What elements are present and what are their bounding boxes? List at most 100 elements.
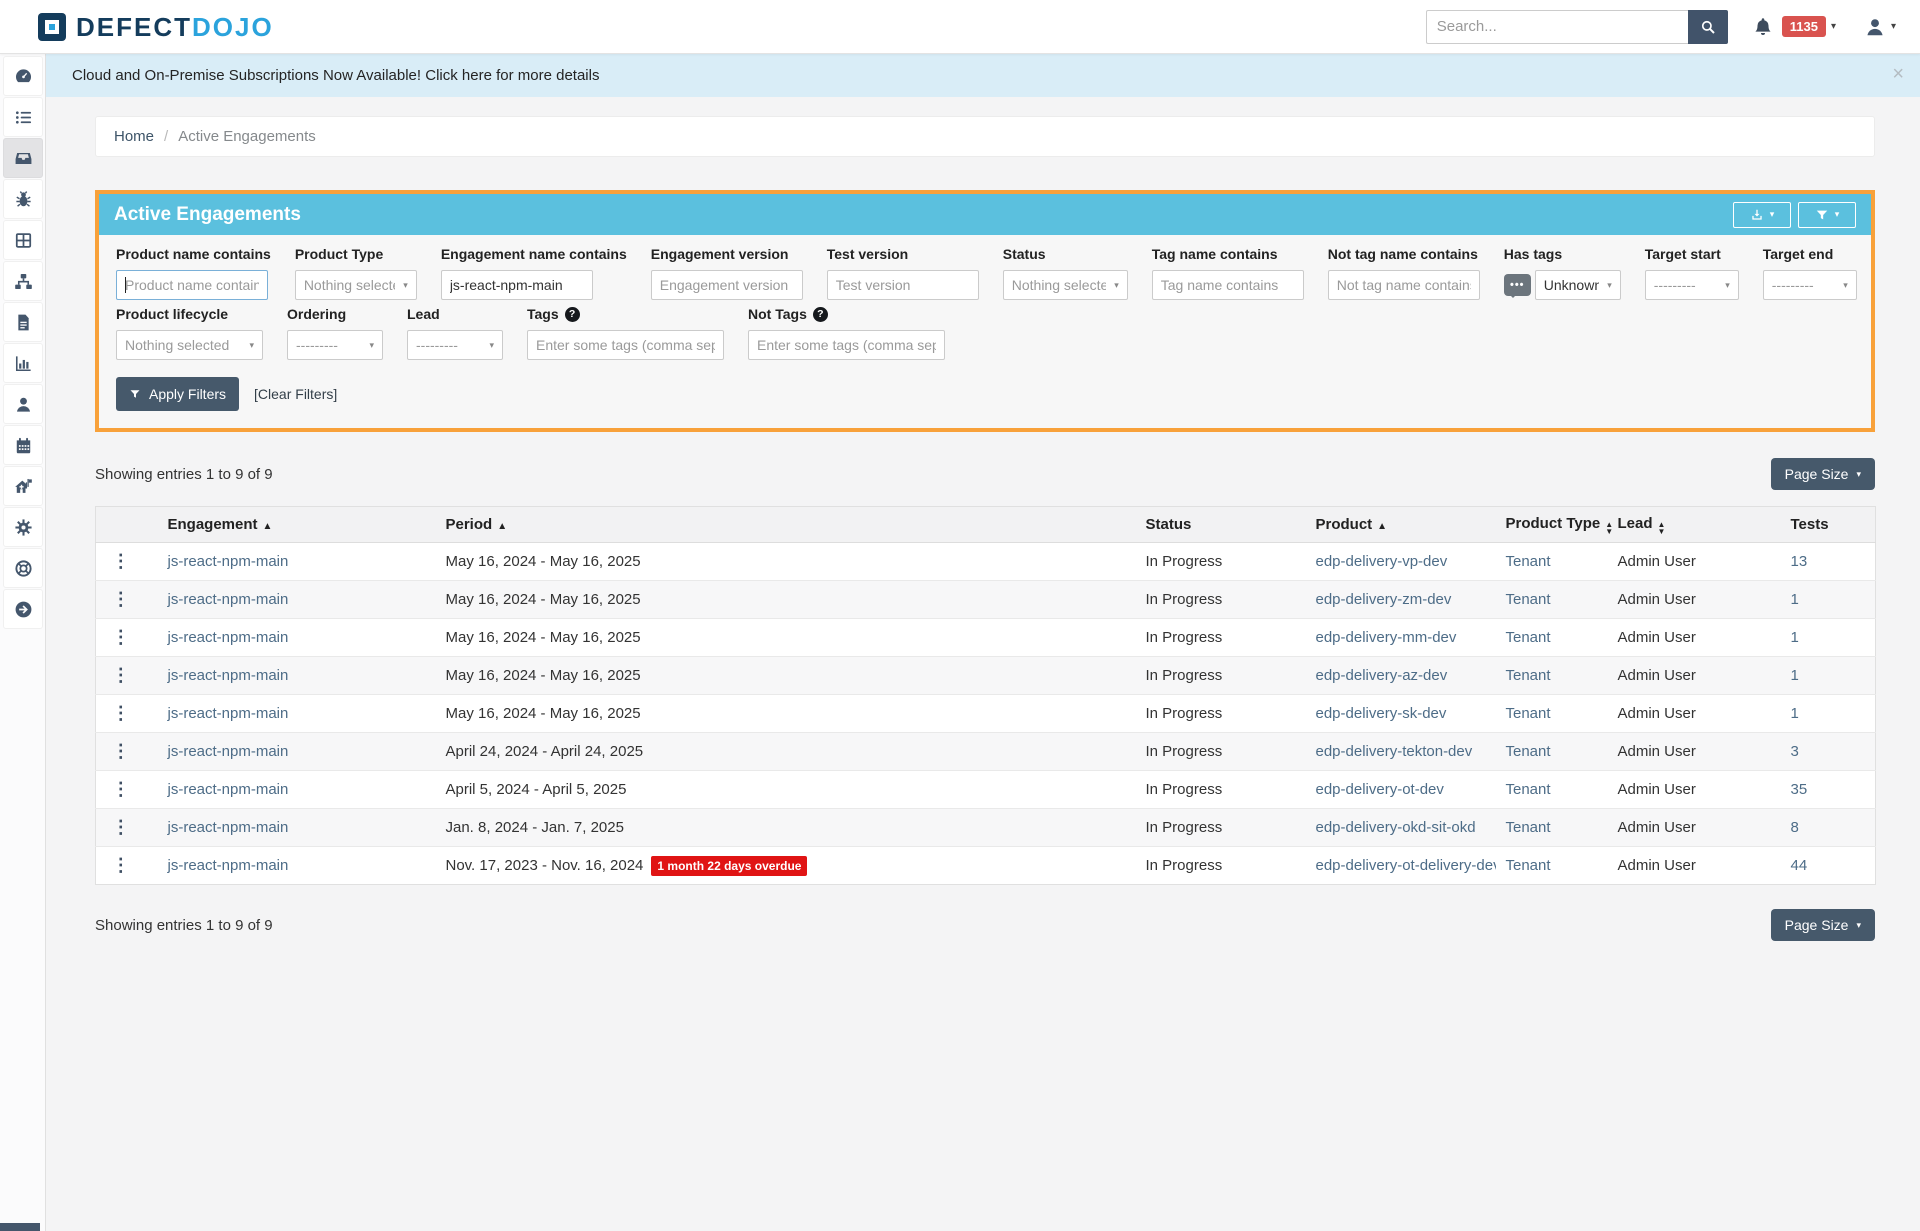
product_type-link[interactable]: Tenant — [1506, 591, 1551, 608]
row-menu-kebab-icon[interactable]: ⋮ — [106, 855, 136, 876]
column-header-lead[interactable]: Lead▲▼ — [1608, 507, 1781, 543]
tests-link[interactable]: 8 — [1791, 819, 1799, 836]
sidebar-item-engagements[interactable] — [3, 138, 43, 178]
tests-link[interactable]: 35 — [1791, 781, 1808, 798]
engagement-link[interactable]: js-react-npm-main — [168, 553, 289, 570]
row-menu-kebab-icon[interactable]: ⋮ — [106, 779, 136, 800]
apply-filters-button[interactable]: Apply Filters — [116, 377, 239, 411]
sidebar-item-products[interactable] — [3, 97, 43, 137]
tests-link[interactable]: 3 — [1791, 743, 1799, 760]
product-link[interactable]: edp-delivery-ot-delivery-dev — [1316, 857, 1496, 874]
product-link[interactable]: edp-delivery-vp-dev — [1316, 553, 1448, 570]
row-menu-kebab-icon[interactable]: ⋮ — [106, 741, 136, 762]
tests-link[interactable]: 1 — [1791, 705, 1799, 722]
filter-select-status[interactable]: Nothing selected▾ — [1003, 270, 1128, 300]
product-link[interactable]: edp-delivery-ot-dev — [1316, 781, 1444, 798]
filter-dropdown-button[interactable]: ▾ — [1798, 202, 1856, 228]
product_type-link[interactable]: Tenant — [1506, 819, 1551, 836]
filter-input-not-tag-name-contains[interactable] — [1328, 270, 1480, 300]
notifications-bell[interactable] — [1752, 16, 1774, 38]
product_type-link[interactable]: Tenant — [1506, 667, 1551, 684]
page-size-button-bottom[interactable]: Page Size▾ — [1771, 909, 1875, 941]
notification-count-badge[interactable]: 1135 — [1782, 16, 1826, 37]
product_type-link[interactable]: Tenant — [1506, 743, 1551, 760]
filter-select-target-start[interactable]: ---------▾ — [1645, 270, 1739, 300]
sidebar-item-support[interactable] — [3, 548, 43, 588]
filter-input-product-name-contains[interactable] — [116, 270, 268, 300]
filter-select-has-tags[interactable]: Unknown▾ — [1535, 270, 1621, 300]
clear-filters-link[interactable]: [Clear Filters] — [254, 386, 337, 402]
row-menu-kebab-icon[interactable]: ⋮ — [106, 703, 136, 724]
filter-select-lead[interactable]: ---------▾ — [407, 330, 503, 360]
row-menu-kebab-icon[interactable]: ⋮ — [106, 589, 136, 610]
product_type-link[interactable]: Tenant — [1506, 857, 1551, 874]
engagement-link[interactable]: js-react-npm-main — [168, 705, 289, 722]
filter-input-engagement-version[interactable] — [651, 270, 803, 300]
column-header-product_type[interactable]: Product Type▲▼ — [1496, 507, 1608, 543]
row-menu-kebab-icon[interactable]: ⋮ — [106, 551, 136, 572]
sidebar-item-logout[interactable] — [3, 589, 43, 629]
filter-select-product-type[interactable]: Nothing selected▾ — [295, 270, 417, 300]
tests-link[interactable]: 44 — [1791, 857, 1808, 874]
sidebar-item-dashboard[interactable] — [3, 56, 43, 96]
column-header-tests[interactable]: Tests — [1781, 507, 1876, 543]
engagement-link[interactable]: js-react-npm-main — [168, 857, 289, 874]
product-link[interactable]: edp-delivery-zm-dev — [1316, 591, 1452, 608]
column-header-engagement[interactable]: Engagement▲ — [146, 507, 436, 543]
user-menu[interactable] — [1864, 16, 1886, 38]
filter-select-product-lifecycle[interactable]: Nothing selected▾ — [116, 330, 263, 360]
banner-link[interactable]: Click here for more details — [425, 67, 599, 84]
column-header-period[interactable]: Period▲ — [436, 507, 1136, 543]
tests-link[interactable]: 13 — [1791, 553, 1808, 570]
help-icon[interactable]: ? — [565, 307, 580, 322]
sidebar-item-endpoints[interactable] — [3, 261, 43, 301]
filter-input-test-version[interactable] — [827, 270, 979, 300]
tests-link[interactable]: 1 — [1791, 629, 1799, 646]
filter-input-tags[interactable] — [527, 330, 724, 360]
sidebar-item-benchmarks[interactable] — [3, 466, 43, 506]
sidebar-item-findings[interactable] — [3, 179, 43, 219]
sidebar-item-components[interactable] — [3, 220, 43, 260]
user-icon — [14, 395, 33, 414]
column-header-status[interactable]: Status — [1136, 507, 1306, 543]
banner-close-icon[interactable]: × — [1892, 64, 1904, 84]
sidebar-item-users[interactable] — [3, 384, 43, 424]
sidebar-item-calendar[interactable] — [3, 425, 43, 465]
product_type-link[interactable]: Tenant — [1506, 553, 1551, 570]
product-link[interactable]: edp-delivery-sk-dev — [1316, 705, 1447, 722]
product-link[interactable]: edp-delivery-az-dev — [1316, 667, 1448, 684]
product-link[interactable]: edp-delivery-mm-dev — [1316, 629, 1457, 646]
engagement-link[interactable]: js-react-npm-main — [168, 667, 289, 684]
row-menu-kebab-icon[interactable]: ⋮ — [106, 665, 136, 686]
sidebar-item-reports[interactable] — [3, 302, 43, 342]
help-icon[interactable]: ? — [813, 307, 828, 322]
row-menu-kebab-icon[interactable]: ⋮ — [106, 817, 136, 838]
product_type-link[interactable]: Tenant — [1506, 629, 1551, 646]
column-header-product[interactable]: Product▲ — [1306, 507, 1496, 543]
tests-link[interactable]: 1 — [1791, 591, 1799, 608]
sidebar-item-configuration[interactable] — [3, 507, 43, 547]
filter-input-tag-name-contains[interactable] — [1152, 270, 1304, 300]
product-link[interactable]: edp-delivery-okd-sit-okd — [1316, 819, 1476, 836]
breadcrumb-home-link[interactable]: Home — [114, 128, 154, 145]
engagement-link[interactable]: js-react-npm-main — [168, 781, 289, 798]
filter-input-not-tags[interactable] — [748, 330, 945, 360]
product_type-link[interactable]: Tenant — [1506, 705, 1551, 722]
tests-link[interactable]: 1 — [1791, 667, 1799, 684]
engagement-link[interactable]: js-react-npm-main — [168, 743, 289, 760]
defectdojo-logo[interactable]: DEFECTDOJO — [38, 13, 274, 41]
product-link[interactable]: edp-delivery-tekton-dev — [1316, 743, 1473, 760]
filter-input-engagement-name-contains[interactable] — [441, 270, 593, 300]
filter-select-ordering[interactable]: ---------▾ — [287, 330, 383, 360]
engagement-link[interactable]: js-react-npm-main — [168, 591, 289, 608]
engagement-link[interactable]: js-react-npm-main — [168, 629, 289, 646]
download-dropdown-button[interactable]: ▾ — [1733, 202, 1791, 228]
product_type-link[interactable]: Tenant — [1506, 781, 1551, 798]
filter-select-target-end[interactable]: ---------▾ — [1763, 270, 1857, 300]
search-button[interactable] — [1688, 10, 1728, 44]
page-size-button-top[interactable]: Page Size▾ — [1771, 458, 1875, 490]
search-input[interactable] — [1426, 10, 1688, 44]
sidebar-item-metrics[interactable] — [3, 343, 43, 383]
engagement-link[interactable]: js-react-npm-main — [168, 819, 289, 836]
row-menu-kebab-icon[interactable]: ⋮ — [106, 627, 136, 648]
